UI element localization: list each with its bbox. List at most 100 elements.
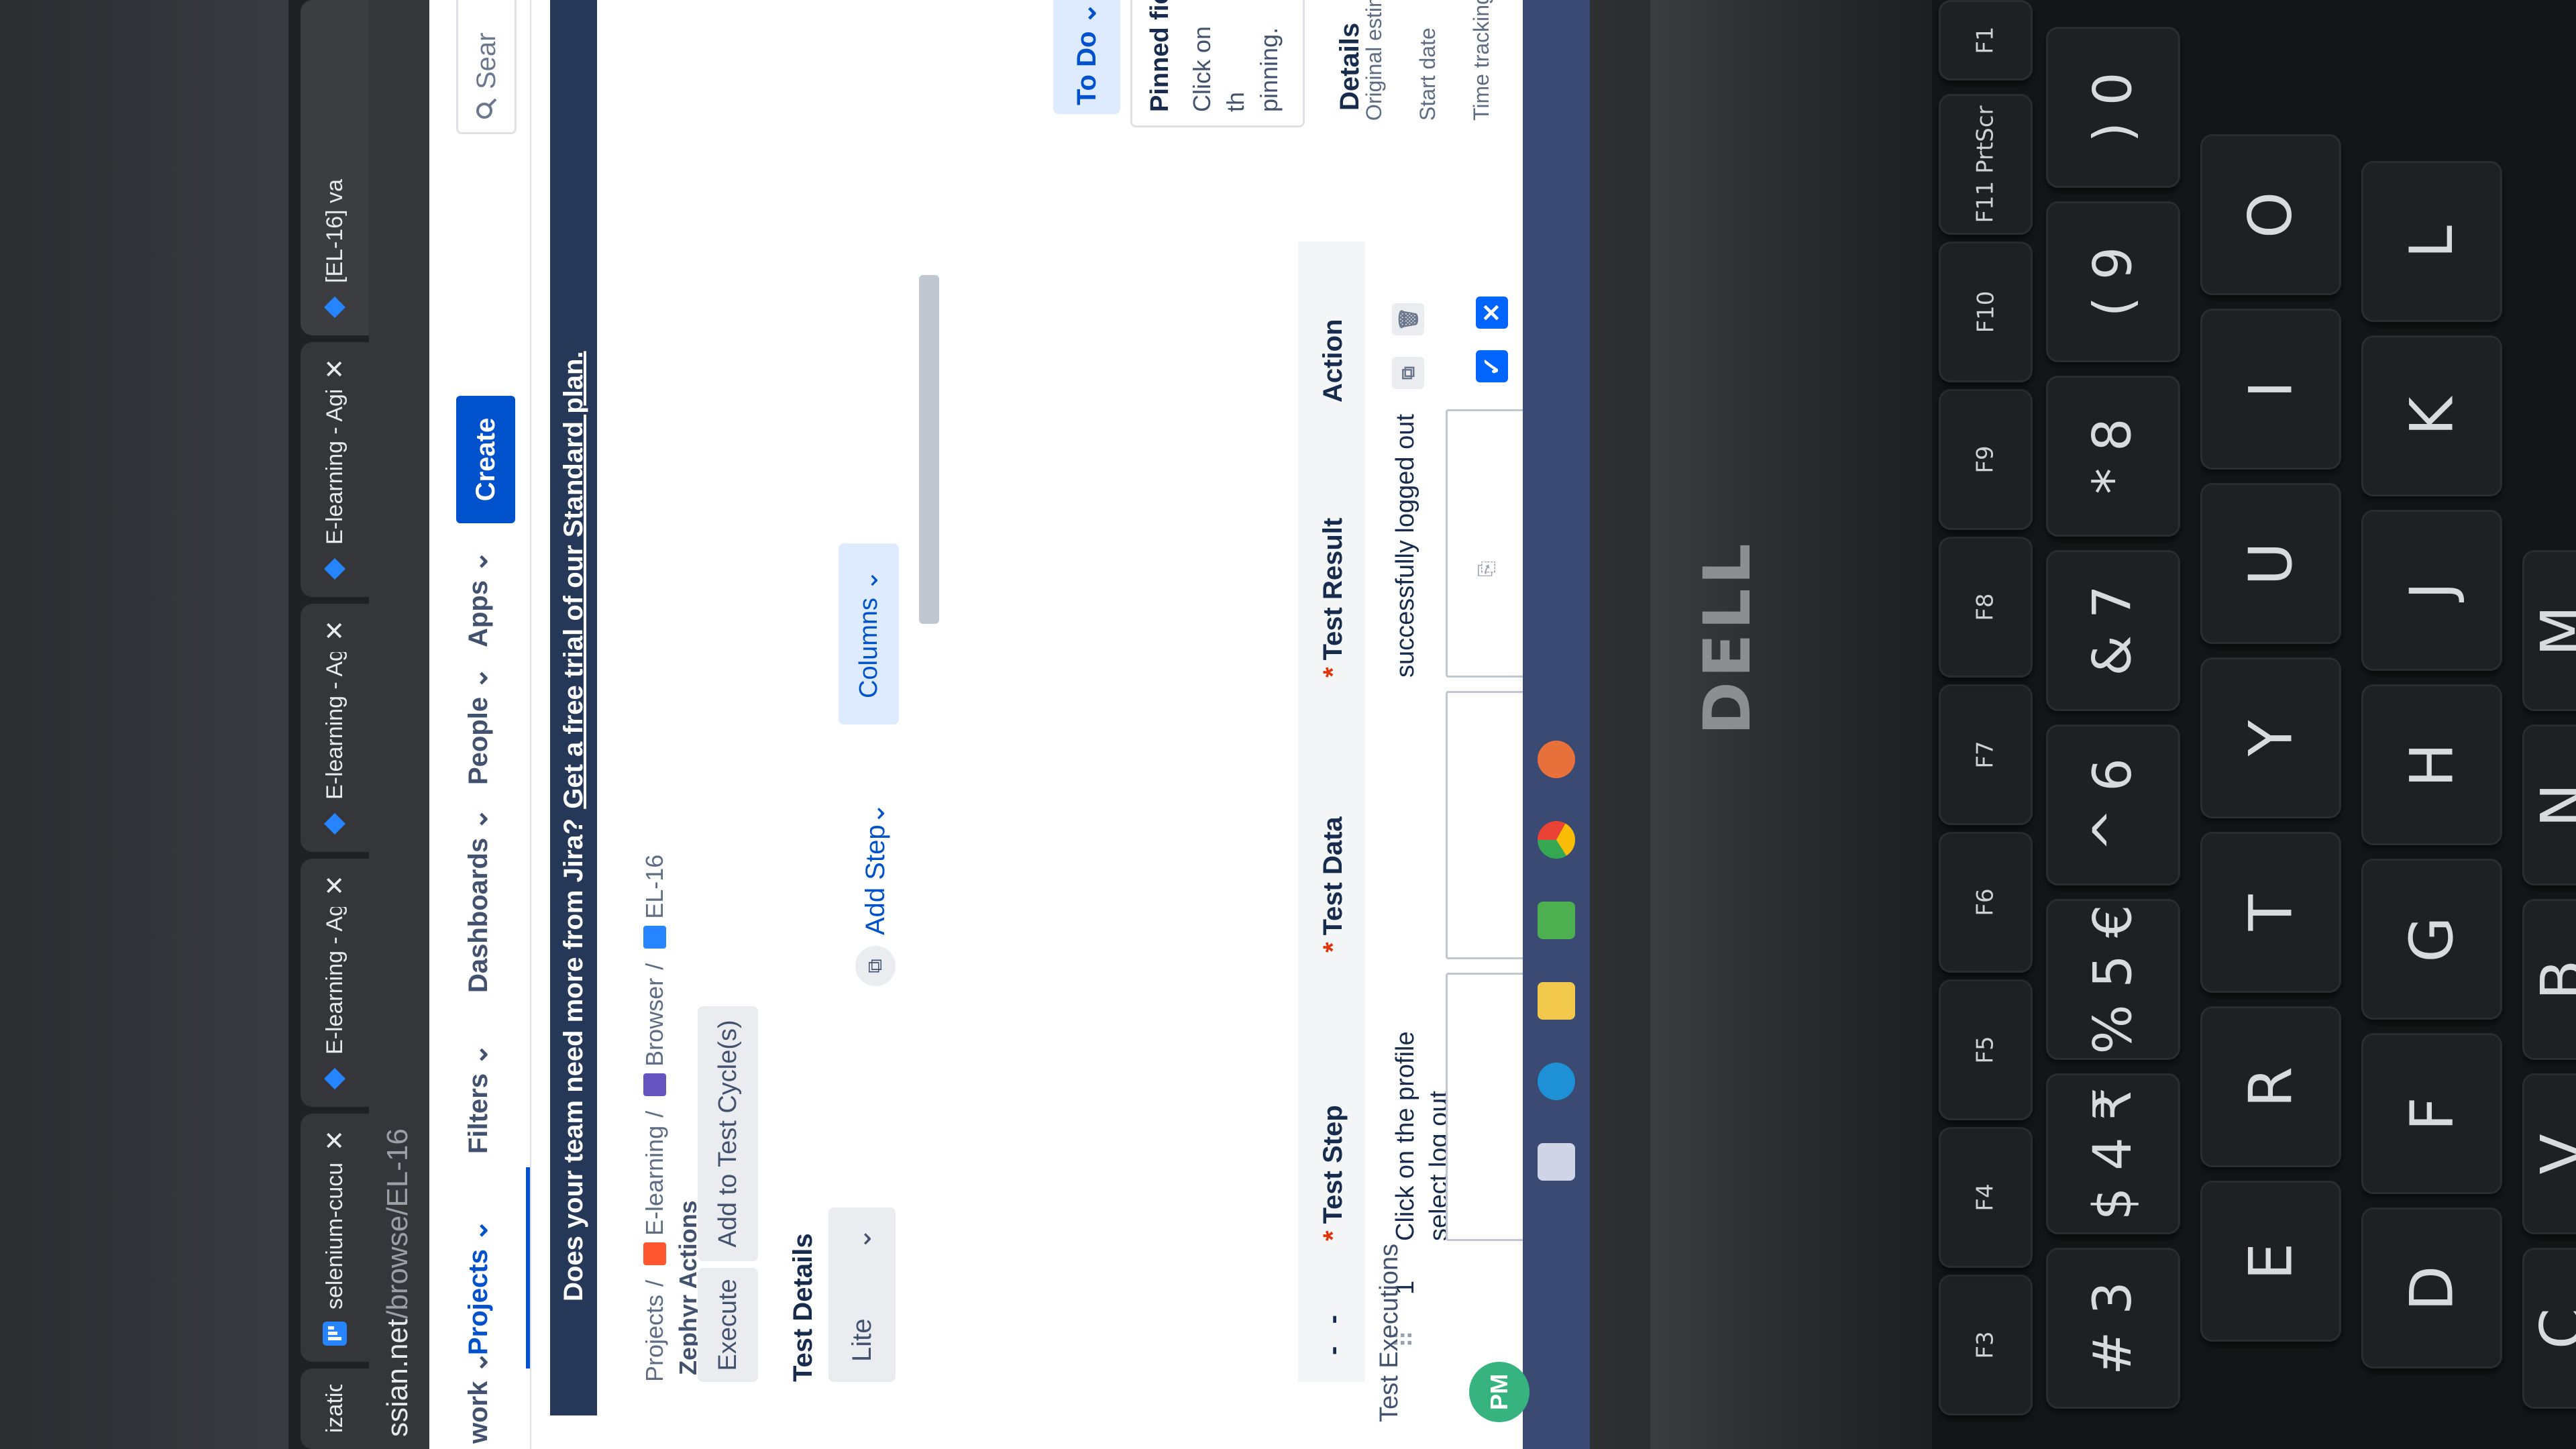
key-f9[interactable]: F9 <box>1939 389 2033 530</box>
key-f6[interactable]: F6 <box>1939 832 2033 973</box>
nav-dashboards[interactable]: Dashboards ⌄ <box>463 808 494 993</box>
store-icon[interactable] <box>1538 902 1575 939</box>
create-button[interactable]: Create <box>456 396 515 523</box>
close-icon[interactable]: ✕ <box>320 875 350 896</box>
nav-projects[interactable]: Projects ⌄ <box>463 1220 494 1356</box>
tab-bar: ization selenium-cucum ✕ E-learning - Ag… <box>288 0 369 1449</box>
key-y[interactable]: Y <box>2200 657 2341 818</box>
key-f[interactable]: F <box>2361 1033 2502 1194</box>
key-5[interactable]: % 5 € <box>2046 899 2180 1060</box>
result-text[interactable]: successfully logged out <box>1389 414 1422 678</box>
firefox-icon[interactable] <box>1538 741 1575 778</box>
tab-selenium[interactable]: selenium-cucum ✕ <box>301 1114 369 1362</box>
copy-icon[interactable]: ⧉ <box>855 946 896 986</box>
key-l[interactable]: L <box>2361 161 2502 322</box>
key-m[interactable]: M <box>2522 550 2576 711</box>
key-f3[interactable]: F3 <box>1939 1275 2033 1415</box>
key-t[interactable]: T <box>2200 832 2341 993</box>
key-k[interactable]: K <box>2361 335 2502 496</box>
key-e[interactable]: E <box>2200 1181 2341 1342</box>
columns-button[interactable]: Columns ⌄ <box>839 543 899 724</box>
breadcrumb-issue-key[interactable]: EL-16 <box>641 855 669 919</box>
status-dropdown[interactable]: To Do ⌄ <box>1053 0 1120 114</box>
key-u[interactable]: U <box>2200 483 2341 644</box>
confirm-icon[interactable]: ✓ <box>1476 350 1508 382</box>
key-7[interactable]: & 7 <box>2046 550 2180 711</box>
key-j[interactable]: J <box>2361 510 2502 671</box>
add-to-test-cycle-button[interactable]: Add to Test Cycle(s) <box>698 1006 758 1261</box>
breadcrumb-parent[interactable]: Browser <box>641 978 669 1067</box>
key-9[interactable]: ( 9 <box>2046 201 2180 362</box>
breadcrumb: Projects / E-learning / Browser / EL-16 <box>641 855 669 1382</box>
tab-el-16[interactable]: [EL-16] va <box>301 0 369 335</box>
close-icon[interactable]: ✕ <box>320 358 350 380</box>
key-3[interactable]: # 3 <box>2046 1248 2180 1409</box>
key-8[interactable]: * 8 <box>2046 376 2180 537</box>
key-n[interactable]: N <box>2522 724 2576 885</box>
add-step-button[interactable]: ⧉ Add Step ⌄ <box>855 802 896 986</box>
key-f10[interactable]: F10 <box>1939 241 2033 382</box>
key-6[interactable]: ^ 6 <box>2046 724 2180 885</box>
file-explorer-icon[interactable] <box>1538 982 1575 1020</box>
breadcrumb-projects[interactable]: Projects <box>641 1295 669 1382</box>
breadcrumb-project[interactable]: E-learning <box>641 1126 669 1236</box>
chevron-down-icon: ⌄ <box>855 570 883 591</box>
cancel-icon[interactable]: ✕ <box>1476 297 1508 329</box>
key-f5[interactable]: F5 <box>1939 979 2033 1120</box>
breadcrumb-separator: / <box>641 1110 668 1118</box>
tab-title: selenium-cucum <box>321 1161 347 1309</box>
banner-text: Does your team need more from Jira? <box>558 818 588 1301</box>
key-0[interactable]: ) 0 <box>2046 27 2180 188</box>
key-v[interactable]: V <box>2522 1073 2576 1234</box>
close-icon[interactable]: ✕ <box>320 620 350 641</box>
attachment-icon[interactable]: ⎘ <box>1476 561 1499 577</box>
brand-text: DELL <box>1690 539 1766 735</box>
execute-button[interactable]: Execute <box>698 1268 758 1382</box>
key-g[interactable]: G <box>2361 859 2502 1020</box>
tab-organization[interactable]: ization <box>301 1368 369 1449</box>
key-4[interactable]: $ 4 ₹ <box>2046 1073 2180 1234</box>
address-bar[interactable]: ssian.net/browse/EL-16 <box>369 0 429 1449</box>
key-f4[interactable]: F4 <box>1939 1127 2033 1268</box>
key-d[interactable]: D <box>2361 1208 2502 1368</box>
key-f11[interactable]: F11 PrtScr <box>1939 94 2033 235</box>
url-path: /browse/EL-16 <box>381 1128 414 1319</box>
clone-step-icon[interactable]: ⧉ <box>1392 357 1424 389</box>
columns-label: Columns <box>854 597 883 698</box>
edge-icon[interactable] <box>1538 1063 1575 1100</box>
key-o[interactable]: O <box>2200 134 2341 295</box>
key-b[interactable]: B <box>2522 899 2576 1060</box>
key-i[interactable]: I <box>2200 309 2341 470</box>
view-mode-select[interactable]: Lite ⌄ <box>828 1208 896 1382</box>
chrome-icon[interactable] <box>1538 821 1575 859</box>
pinned-hint-line: pinning. <box>1255 27 1283 112</box>
laptop-bezel-top <box>0 0 288 1449</box>
key-f8[interactable]: F8 <box>1939 537 2033 678</box>
task-view-icon[interactable] <box>1538 1143 1575 1181</box>
pinned-fields-title: Pinned fie <box>1146 0 1174 112</box>
banner-trial-link[interactable]: Get a free trial of our Standard plan. <box>559 351 589 808</box>
close-icon[interactable]: ✕ <box>320 1130 350 1151</box>
search-input[interactable]: Sear <box>456 0 517 134</box>
key-f7[interactable]: F7 <box>1939 684 2033 825</box>
key-h[interactable]: H <box>2361 684 2502 845</box>
chevron-down-icon: ⌄ <box>861 802 890 825</box>
delete-step-icon[interactable]: 🗑 <box>1392 303 1424 335</box>
tab-title: E-learning - Agil <box>321 906 347 1055</box>
key-c[interactable]: C <box>2522 1248 2576 1409</box>
nav-filters[interactable]: Filters ⌄ <box>463 1043 494 1154</box>
tab-elearning-2[interactable]: E-learning - Agil ✕ <box>301 604 369 852</box>
key-f12[interactable]: F1 <box>1939 0 2033 80</box>
photo-scene: ization selenium-cucum ✕ E-learning - Ag… <box>0 0 2576 1449</box>
nav-your-work[interactable]: work ⌄ <box>463 1351 494 1444</box>
key-r[interactable]: R <box>2200 1006 2341 1167</box>
tab-elearning-3[interactable]: E-learning - Agil ✕ <box>301 342 369 597</box>
upgrade-banner: Does your team need more from Jira? Get … <box>550 0 597 1415</box>
header-test-result: *Test Result <box>1318 517 1348 678</box>
nav-people[interactable]: People ⌄ <box>463 667 494 785</box>
tab-elearning-1[interactable]: E-learning - Agil ✕ <box>301 859 369 1107</box>
windows-taskbar: PM <box>1469 0 1590 1449</box>
header-drag: - - <box>1318 1315 1348 1355</box>
panel-scrollbar-thumb[interactable] <box>919 275 939 624</box>
nav-apps[interactable]: Apps ⌄ <box>463 550 494 647</box>
